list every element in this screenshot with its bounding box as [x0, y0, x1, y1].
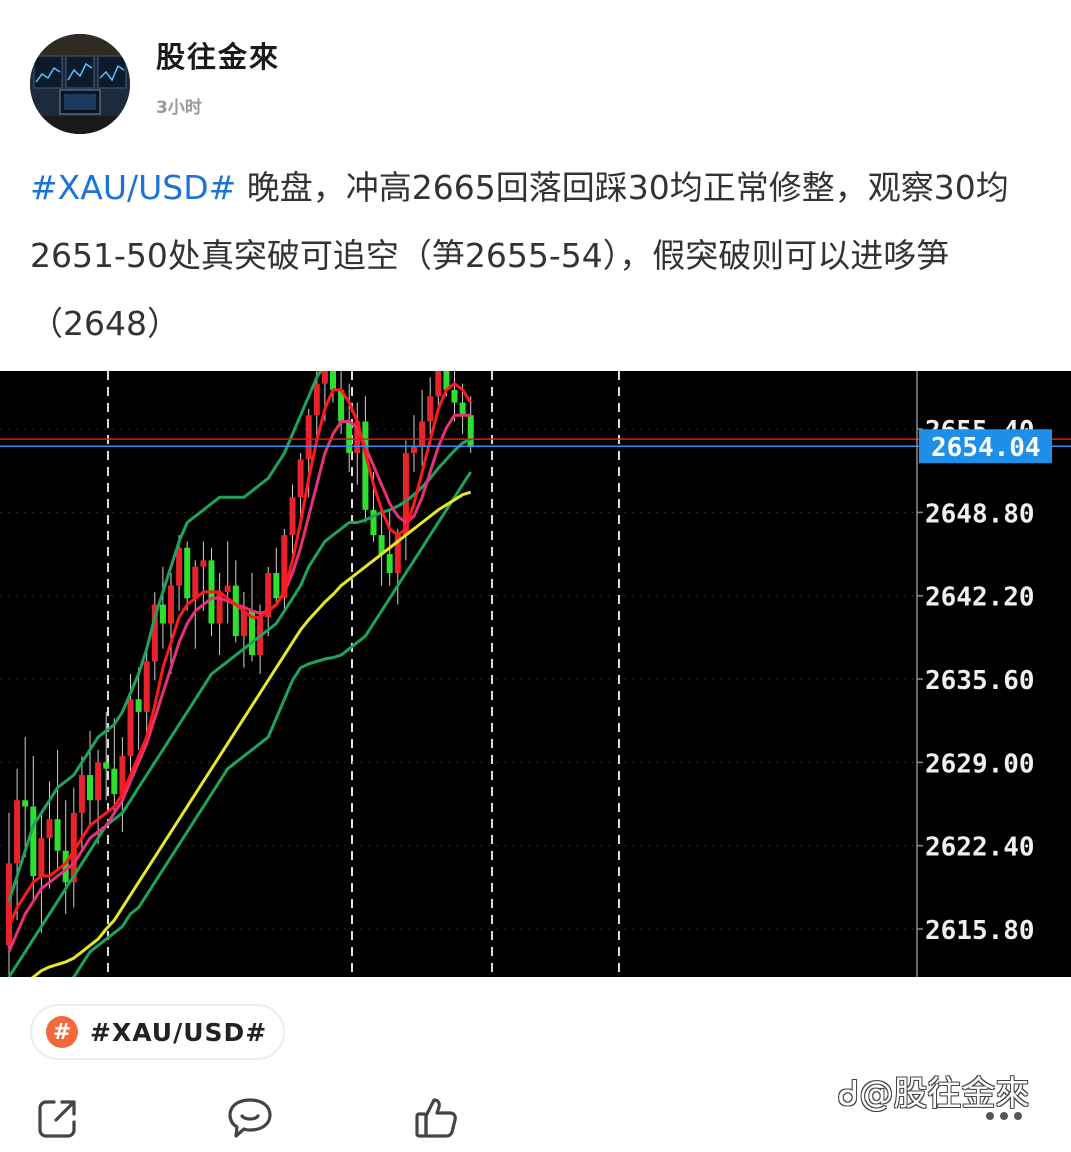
- candle-body: [232, 585, 239, 637]
- share-button[interactable]: [34, 1094, 82, 1142]
- price-chart[interactable]: 2615.80 2622.40 2629.00 2635.60 2642.20 2648.…: [0, 371, 1071, 977]
- ma-slow-line: [30, 490, 472, 977]
- candle-body: [87, 775, 93, 801]
- candle-body: [22, 800, 29, 807]
- candle-body: [451, 389, 458, 403]
- thumbs-up-icon: [415, 1098, 457, 1138]
- comment-icon: [228, 1098, 272, 1138]
- candle-body: [95, 762, 102, 801]
- y-tick-label: 2622.40: [925, 833, 1035, 863]
- price-axis: 2615.80 2622.40 2629.00 2635.60 2642.20 2648.…: [916, 371, 1052, 977]
- avatar-image: [30, 34, 130, 134]
- candle-body: [30, 806, 37, 876]
- candle-body: [159, 604, 166, 624]
- candle-body: [386, 554, 393, 573]
- candles: [6, 371, 474, 977]
- candle-body: [459, 402, 466, 416]
- topic-tag-label: #XAU/USD#: [90, 1017, 268, 1047]
- y-tick-label: 2615.80: [925, 916, 1035, 946]
- candle-body: [127, 699, 134, 757]
- candle-body: [176, 547, 183, 586]
- candle-body: [313, 383, 320, 416]
- band-upper-line: [7, 371, 323, 902]
- ma-fast-line: [7, 382, 472, 928]
- candle-body: [184, 547, 191, 599]
- candle-body: [467, 415, 474, 447]
- candle-body: [111, 768, 118, 794]
- hashtag-link[interactable]: #XAU/USD#: [30, 168, 236, 207]
- more-options-button[interactable]: [984, 1108, 1024, 1122]
- avatar[interactable]: [30, 34, 130, 134]
- candle-body: [321, 371, 328, 384]
- candle-body: [330, 371, 336, 390]
- candle-body: [411, 446, 417, 454]
- candle-body: [216, 591, 223, 624]
- y-tick-label: 2648.80: [925, 499, 1035, 529]
- author-name[interactable]: 股往金來: [156, 34, 280, 76]
- more-dots-icon: [986, 1112, 1022, 1120]
- candle-body: [78, 775, 85, 813]
- candle-body: [200, 560, 207, 567]
- indicator-lines: [0, 371, 1071, 977]
- post-header: 股往金來 3小时: [0, 0, 1071, 150]
- candle-body: [346, 421, 353, 454]
- candle-body: [435, 371, 442, 397]
- candle-body: [46, 819, 53, 839]
- post-time: 3小时: [156, 98, 202, 118]
- candle-body: [297, 459, 304, 498]
- post-body: #XAU/USD# 晚盘，冲高2665回落回踩30均正常修整，观察30均2651…: [30, 154, 1045, 358]
- candle-body: [192, 566, 199, 599]
- share-icon: [38, 1100, 76, 1138]
- candle-body: [289, 497, 296, 536]
- y-tick-label: 2629.00: [925, 749, 1035, 779]
- comment-button[interactable]: [226, 1094, 274, 1142]
- candle-body: [168, 585, 174, 624]
- y-tick-label: 2642.20: [925, 583, 1035, 613]
- candle-body: [419, 421, 426, 447]
- candle-body: [103, 762, 110, 769]
- current-price-label: 2654.04: [931, 433, 1041, 463]
- hashtag-icon: #: [46, 1016, 78, 1048]
- y-tick-label: 2635.60: [925, 666, 1035, 696]
- candlestick-chart: 2615.80 2622.40 2629.00 2635.60 2642.20 2648.…: [0, 371, 1071, 977]
- candle-body: [273, 573, 280, 599]
- candle-body: [427, 396, 434, 422]
- candle-body: [224, 585, 231, 592]
- candle-body: [14, 800, 21, 864]
- candle-body: [135, 699, 142, 712]
- candle-body: [143, 661, 150, 712]
- candle-body: [240, 610, 247, 637]
- candle-body: [305, 415, 312, 460]
- topic-tag-chip[interactable]: # #XAU/USD#: [30, 1004, 286, 1060]
- candle-body: [38, 838, 45, 876]
- candle-body: [54, 819, 61, 851]
- candle-body: [6, 863, 12, 946]
- like-button[interactable]: [412, 1094, 460, 1142]
